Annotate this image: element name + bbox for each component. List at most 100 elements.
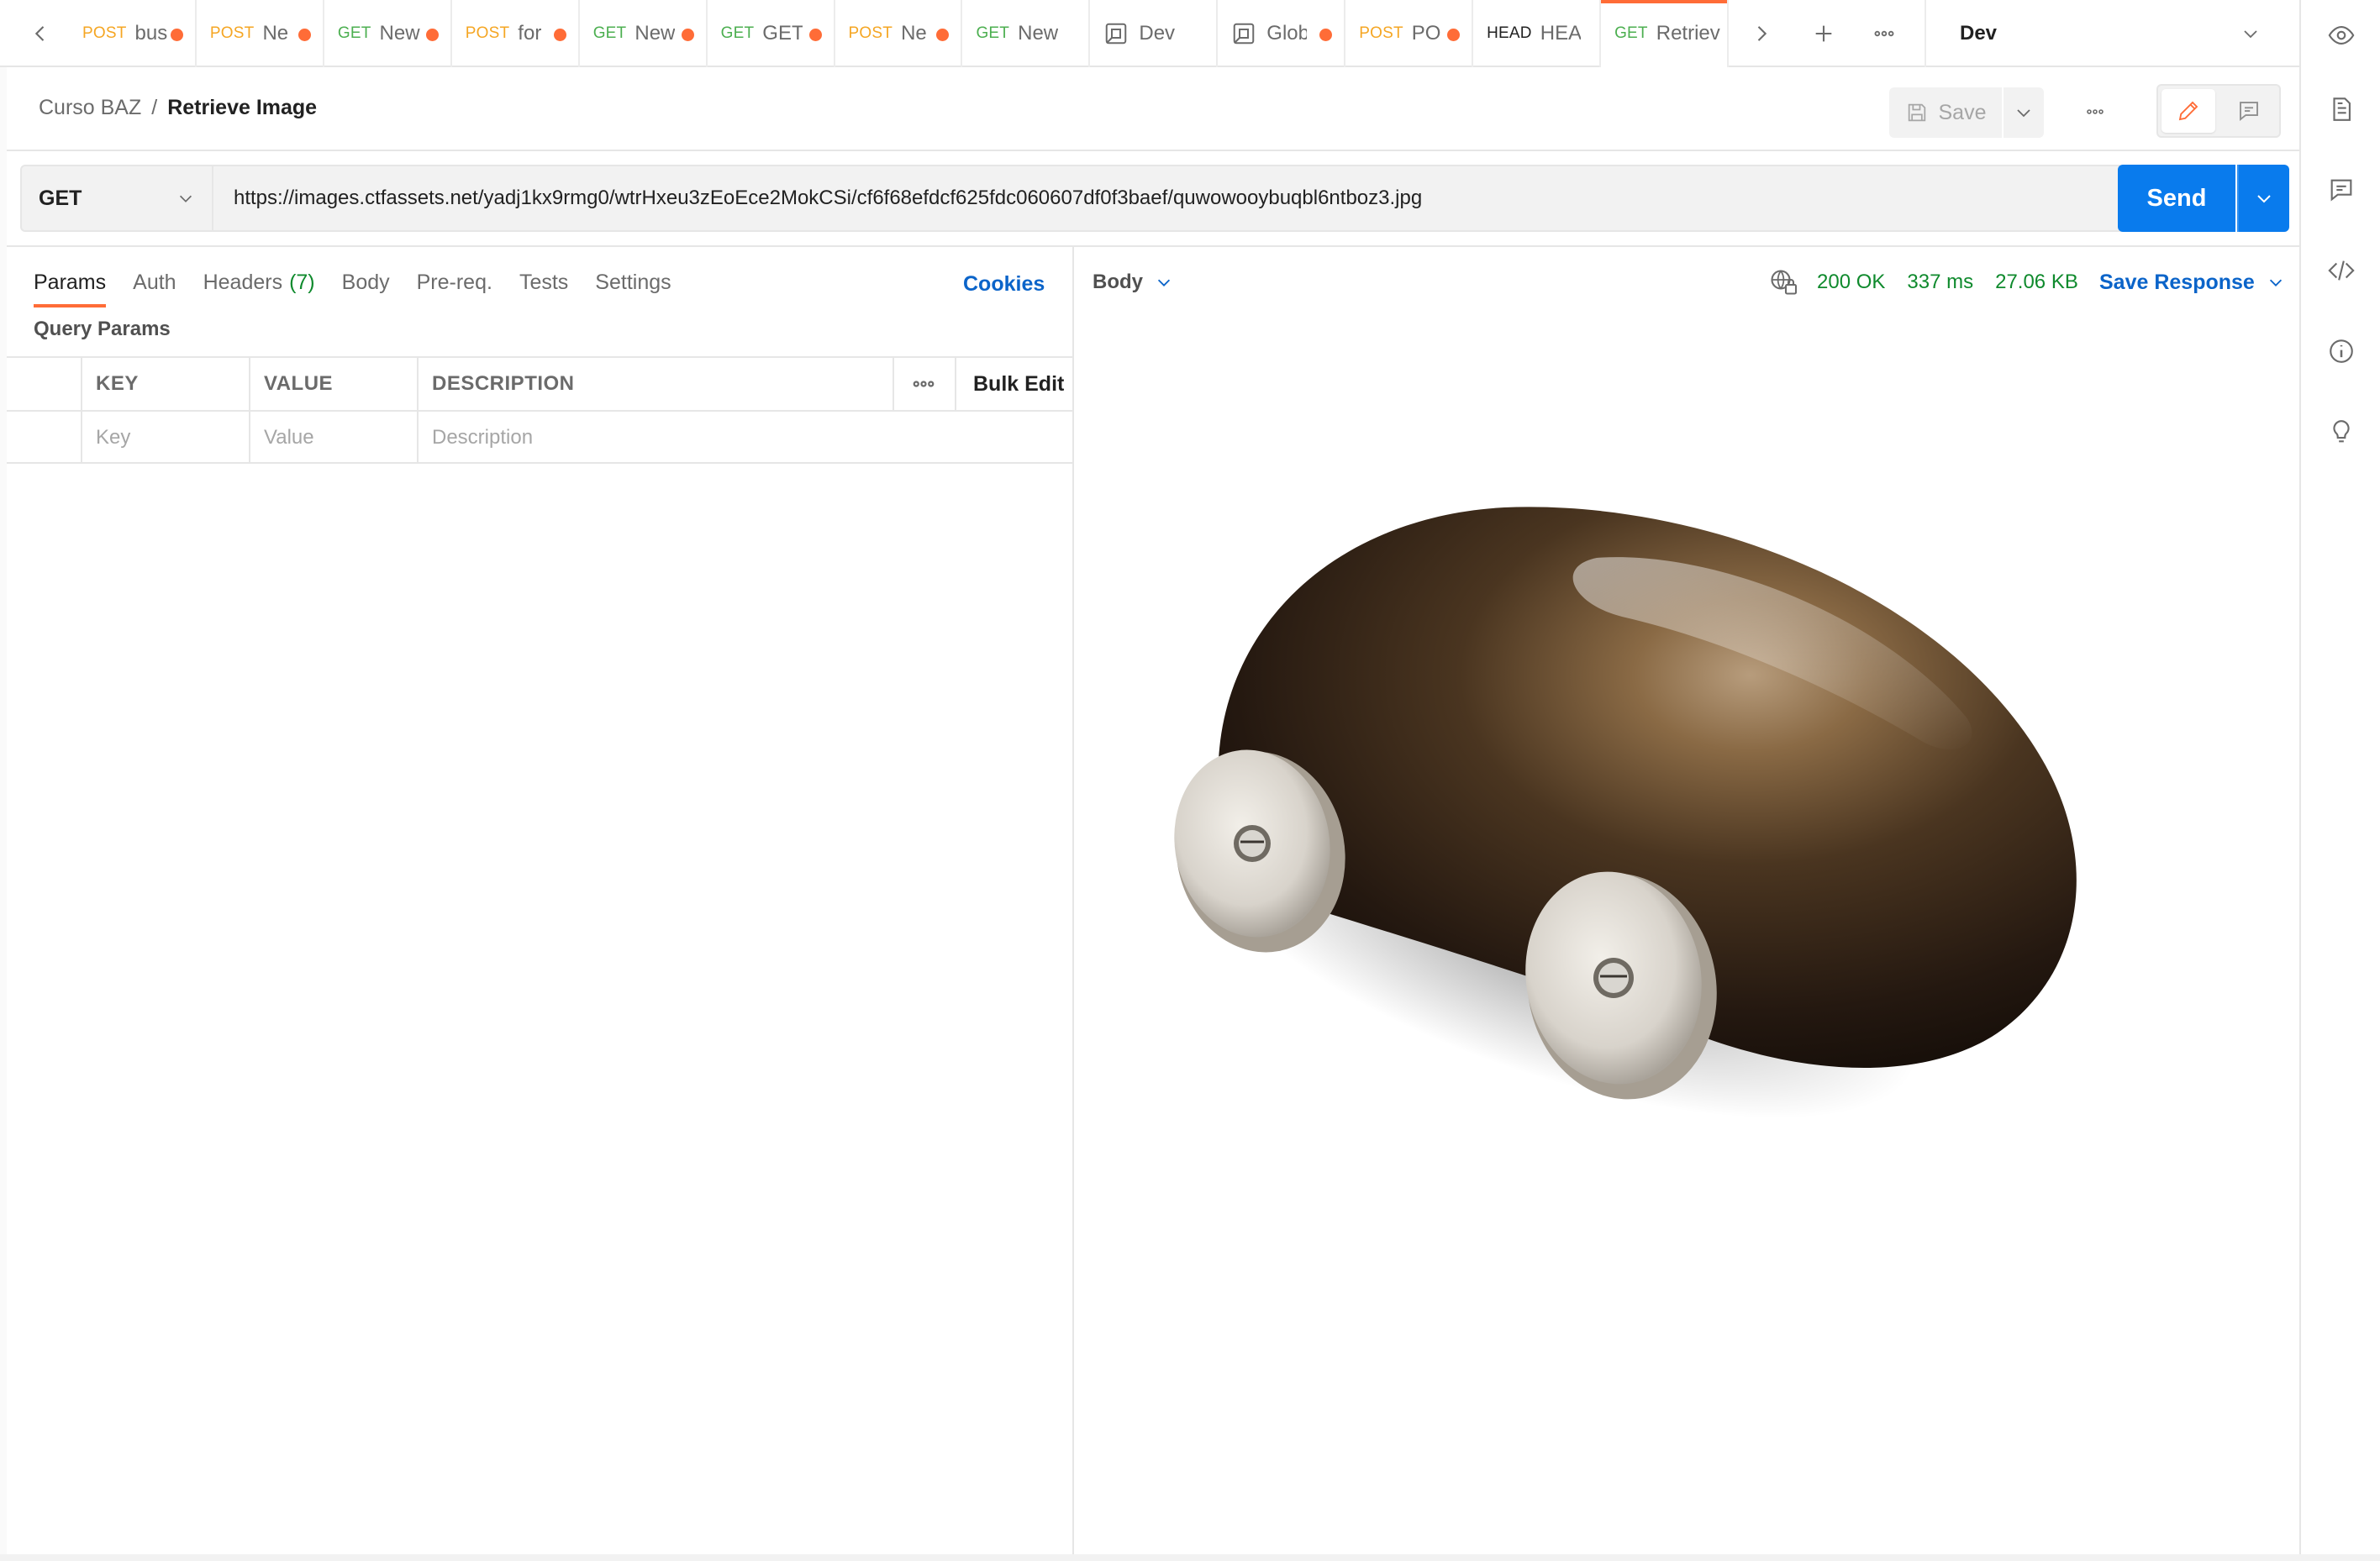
- environment-icon: [1106, 23, 1127, 45]
- tab-name-label: Ne: [262, 22, 289, 45]
- bulk-edit-button[interactable]: Bulk Edit: [955, 358, 1074, 410]
- headers-count-badge: (7): [289, 270, 315, 294]
- code-icon: [2328, 260, 2355, 281]
- unsaved-indicator-dot: [1447, 29, 1461, 41]
- tab-auth[interactable]: Auth: [133, 260, 176, 304]
- request-tab[interactable]: Glob: [1218, 0, 1346, 67]
- tab-headers-label: Headers: [203, 270, 283, 294]
- description-column-header: DESCRIPTION: [417, 358, 901, 410]
- request-tab[interactable]: GET New: [580, 0, 708, 67]
- request-tab[interactable]: GET GET: [708, 0, 835, 67]
- request-tab[interactable]: POST bus: [69, 0, 197, 67]
- eye-icon: [2328, 26, 2355, 45]
- tab-method-label: POST: [465, 24, 510, 42]
- send-button[interactable]: Send: [2118, 165, 2235, 232]
- save-button[interactable]: Save: [1889, 87, 2002, 138]
- unsaved-indicator-dot: [808, 29, 822, 41]
- tab-name-label: for: [518, 22, 542, 45]
- tab-name-label: Dev: [1139, 22, 1176, 45]
- tab-name-label: New: [634, 22, 676, 45]
- tab-name-label: New: [379, 22, 420, 45]
- edit-mode-button[interactable]: [2161, 89, 2215, 133]
- request-tab[interactable]: POST Ne: [835, 0, 963, 67]
- code-snippet-button[interactable]: [2325, 254, 2358, 287]
- related-collections-button[interactable]: [2325, 415, 2358, 449]
- tab-name-label: GET: [762, 22, 803, 45]
- new-tab-button[interactable]: [1805, 15, 1842, 52]
- save-response-button[interactable]: Save Response: [2099, 262, 2285, 302]
- tab-options-button[interactable]: [1866, 15, 1903, 52]
- comment-mode-button[interactable]: [2222, 89, 2276, 133]
- request-info-button[interactable]: [2325, 334, 2358, 368]
- unsaved-indicator-dot: [298, 29, 311, 41]
- request-tab[interactable]: GET New R: [962, 0, 1091, 67]
- save-options-button[interactable]: [2004, 87, 2044, 138]
- request-tab[interactable]: POST Ne: [197, 0, 324, 67]
- tab-method-label: GET: [720, 24, 755, 42]
- unsaved-indicator-dot: [170, 29, 183, 41]
- unsaved-indicator-dot: [936, 29, 950, 41]
- response-meta: 200 OK 337 ms 27.06 KB: [1768, 262, 2100, 302]
- response-view-label: Body: [1093, 271, 1143, 293]
- save-response-label: Save Response: [2099, 270, 2255, 294]
- request-tab[interactable]: HEAD HEAD: [1473, 0, 1602, 67]
- tab-headers[interactable]: Headers (7): [203, 260, 315, 304]
- request-name[interactable]: Retrieve Image: [167, 96, 317, 119]
- save-label: Save: [1938, 100, 1987, 124]
- url-input[interactable]: https://images.ctfassets.net/yadj1kx9rmg…: [213, 165, 2125, 232]
- environment-icon: [1234, 23, 1255, 45]
- scroll-tabs-right-button[interactable]: [1741, 12, 1782, 55]
- value-input[interactable]: Value: [249, 412, 419, 464]
- breadcrumb-collection[interactable]: Curso BAZ: [39, 96, 141, 119]
- tab-tests[interactable]: Tests: [519, 260, 568, 304]
- request-config-tabs: Params Auth Headers (7) Body Pre-req. Tes…: [34, 260, 698, 307]
- description-input[interactable]: Description: [417, 412, 1074, 464]
- info-icon: [2330, 339, 2353, 363]
- request-more-button[interactable]: [2074, 91, 2116, 133]
- request-tab[interactable]: POST PO: [1345, 0, 1474, 67]
- tab-name-label: bus: [134, 22, 168, 45]
- chevron-down-icon: [179, 195, 192, 202]
- cookies-link[interactable]: Cookies: [963, 272, 1045, 297]
- column-options-button[interactable]: [893, 358, 955, 410]
- environment-selector[interactable]: Dev: [1925, 0, 2289, 67]
- checkbox-column-header: [7, 358, 82, 410]
- query-params-table: KEY VALUE DESCRIPTION Bulk Edit Key Valu…: [7, 356, 1074, 464]
- request-tab[interactable]: GET Retriev: [1601, 0, 1729, 67]
- comments-button[interactable]: [2325, 173, 2358, 207]
- response-time[interactable]: 337 ms: [1907, 271, 1973, 294]
- method-selector[interactable]: GET: [20, 165, 213, 232]
- breadcrumb-separator: /: [151, 96, 158, 119]
- comment-icon: [2240, 102, 2258, 121]
- tab-body[interactable]: Body: [342, 260, 390, 304]
- request-tab[interactable]: Dev: [1090, 0, 1219, 67]
- tab-settings[interactable]: Settings: [595, 260, 671, 304]
- table-header-row: KEY VALUE DESCRIPTION Bulk Edit: [7, 356, 1074, 410]
- more-horizontal-icon: [1874, 30, 1894, 37]
- tab-name-label: Ne: [901, 22, 927, 45]
- send-options-button[interactable]: [2237, 165, 2289, 232]
- response-image-preview: [1126, 365, 2252, 1213]
- documentation-button[interactable]: [2325, 92, 2358, 126]
- request-tab[interactable]: GET New: [324, 0, 452, 67]
- key-input[interactable]: Key: [81, 412, 250, 464]
- status-bar: [0, 1554, 2380, 1561]
- network-globe-icon[interactable]: [1768, 267, 1798, 297]
- plus-icon: [1815, 25, 1832, 42]
- request-tab[interactable]: POST for: [452, 0, 580, 67]
- tab-method-label: POST: [848, 24, 893, 42]
- tab-name-label: PO: [1411, 22, 1441, 45]
- response-view-selector[interactable]: Body: [1093, 262, 1173, 302]
- environment-quick-look-button[interactable]: [2325, 18, 2358, 52]
- tab-method-label: GET: [976, 24, 1010, 42]
- tab-method-label: HEAD: [1487, 24, 1532, 42]
- tab-params[interactable]: Params: [34, 260, 107, 307]
- tab-method-label: POST: [1359, 24, 1403, 42]
- chevron-right-icon: [1757, 26, 1767, 41]
- tab-prerequest-script[interactable]: Pre-req.: [417, 260, 492, 304]
- response-size[interactable]: 27.06 KB: [1995, 271, 2078, 294]
- scroll-tabs-left-button[interactable]: [20, 12, 61, 55]
- request-tabs-list: POST bus POST Ne GET New POST for GET New GET GET PO…: [69, 0, 1729, 67]
- window-edge: [0, 67, 7, 1561]
- status-code[interactable]: 200 OK: [1817, 271, 1885, 294]
